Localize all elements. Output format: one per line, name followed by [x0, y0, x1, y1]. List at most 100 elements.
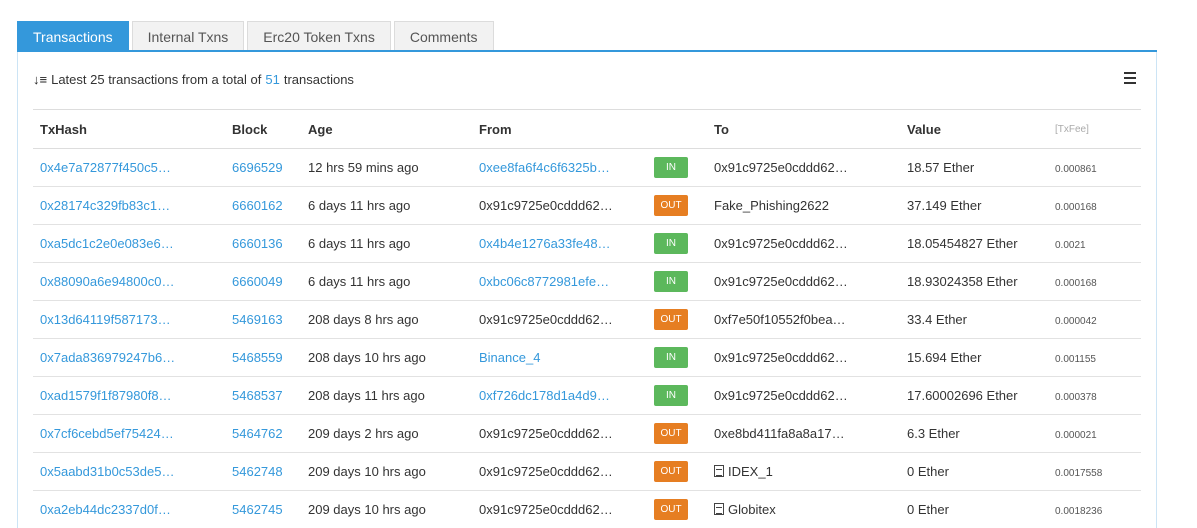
to-cell: 0x91c9725e0cddd62… [707, 262, 900, 301]
table-row: 0x7cf6cebd5ef75424… 5464762 209 days 2 hrs… [33, 414, 1141, 453]
txhash-link[interactable]: 0x5aabd31b0c53de5… [33, 452, 225, 491]
to-address-link[interactable]: Fake_Phishing2622 [714, 198, 829, 213]
direction-cell: IN [647, 262, 707, 301]
from-address-link[interactable]: 0x4b4e1276a33fe48… [472, 224, 647, 263]
value-cell: 0 Ether [900, 452, 1048, 491]
txfee-cell: 0.0017558 [1048, 452, 1141, 491]
tab-transactions[interactable]: Transactions [17, 21, 129, 51]
block-link[interactable]: 5462745 [225, 490, 301, 528]
from-address: 0x91c9725e0cddd62… [472, 186, 647, 225]
from-address: 0x91c9725e0cddd62… [472, 452, 647, 491]
header-txfee: [TxFee] [1048, 109, 1141, 149]
in-badge: IN [654, 157, 688, 178]
direction-cell: OUT [647, 414, 707, 453]
document-icon [714, 465, 724, 477]
txfee-cell: 0.0021 [1048, 224, 1141, 263]
txhash-link[interactable]: 0x7ada836979247b6… [33, 338, 225, 377]
value-cell: 33.4 Ether [900, 300, 1048, 339]
txfee-cell: 0.000168 [1048, 186, 1141, 225]
to-address-link[interactable]: 0xe8bd411fa8a8a17… [714, 426, 845, 441]
table-row: 0x7ada836979247b6… 5468559 208 days 10 hrs… [33, 338, 1141, 377]
table-row: 0x88090a6e94800c0… 6660049 6 days 11 hrs a… [33, 262, 1141, 301]
direction-cell: IN [647, 148, 707, 187]
age-cell: 6 days 11 hrs ago [301, 262, 472, 301]
age-cell: 208 days 11 hrs ago [301, 376, 472, 415]
tab-erc20-token-txns[interactable]: Erc20 Token Txns [247, 21, 391, 51]
value-cell: 37.149 Ether [900, 186, 1048, 225]
from-address-link[interactable]: 0xf726dc178d1a4d9… [472, 376, 647, 415]
block-link[interactable]: 6660049 [225, 262, 301, 301]
to-address-link[interactable]: IDEX_1 [728, 464, 773, 479]
block-link[interactable]: 5469163 [225, 300, 301, 339]
to-address: 0x91c9725e0cddd62… [714, 350, 848, 365]
header-txhash: TxHash [33, 109, 225, 149]
txhash-link[interactable]: 0xad1579f1f87980f8… [33, 376, 225, 415]
from-address: 0x91c9725e0cddd62… [472, 300, 647, 339]
in-badge: IN [654, 347, 688, 368]
block-link[interactable]: 5468559 [225, 338, 301, 377]
summary-suffix: transactions [283, 72, 354, 87]
tab-comments[interactable]: Comments [393, 21, 494, 51]
document-icon [714, 503, 724, 515]
txhash-link[interactable]: 0x88090a6e94800c0… [33, 262, 225, 301]
to-cell: IDEX_1 [707, 452, 900, 491]
to-address-link[interactable]: Globitex [728, 502, 776, 517]
from-address-link[interactable]: 0xee8fa6f4c6f6325b… [472, 148, 647, 187]
table-row: 0x5aabd31b0c53de5… 5462748 209 days 10 hrs… [33, 452, 1141, 491]
table-row: 0x13d64119f587173… 5469163 208 days 8 hrs … [33, 300, 1141, 339]
header-direction [647, 109, 707, 149]
out-badge: OUT [654, 499, 688, 520]
age-cell: 209 days 10 hrs ago [301, 490, 472, 528]
age-cell: 12 hrs 59 mins ago [301, 148, 472, 187]
tab-bar: Transactions Internal Txns Erc20 Token T… [17, 21, 497, 51]
from-address-link[interactable]: 0xbc06c8772981efe… [472, 262, 647, 301]
table-row: 0xa5dc1c2e0e083e6… 6660136 6 days 11 hrs a… [33, 224, 1141, 263]
txhash-link[interactable]: 0xa5dc1c2e0e083e6… [33, 224, 225, 263]
in-badge: IN [654, 233, 688, 254]
block-link[interactable]: 6660162 [225, 186, 301, 225]
sort-amount-down-icon: ↓≡ [33, 72, 48, 87]
to-cell: 0x91c9725e0cddd62… [707, 148, 900, 187]
tab-internal-txns[interactable]: Internal Txns [131, 21, 245, 51]
txhash-link[interactable]: 0x13d64119f587173… [33, 300, 225, 339]
direction-cell: OUT [647, 186, 707, 225]
block-link[interactable]: 5468537 [225, 376, 301, 415]
value-cell: 17.60002696 Ether [900, 376, 1048, 415]
out-badge: OUT [654, 195, 688, 216]
age-cell: 209 days 10 hrs ago [301, 452, 472, 491]
hamburger-menu-icon[interactable] [1124, 72, 1138, 86]
direction-cell: IN [647, 376, 707, 415]
direction-cell: IN [647, 224, 707, 263]
direction-cell: OUT [647, 300, 707, 339]
to-cell: Globitex [707, 490, 900, 528]
header-age: Age [301, 109, 472, 149]
to-address: 0x91c9725e0cddd62… [714, 388, 848, 403]
transactions-summary: ↓≡ Latest 25 transactions from a total o… [33, 72, 354, 87]
header-to: To [707, 109, 900, 149]
block-link[interactable]: 6660136 [225, 224, 301, 263]
in-badge: IN [654, 385, 688, 406]
value-cell: 15.694 Ether [900, 338, 1048, 377]
direction-cell: OUT [647, 452, 707, 491]
from-address-link[interactable]: Binance_4 [472, 338, 647, 377]
table-header-row: TxHash Block Age From To Value [TxFee] [33, 109, 1141, 149]
to-cell: 0xe8bd411fa8a8a17… [707, 414, 900, 453]
txhash-link[interactable]: 0xa2eb44dc2337d0f… [33, 490, 225, 528]
txfee-cell: 0.000021 [1048, 414, 1141, 453]
from-address: 0x91c9725e0cddd62… [472, 414, 647, 453]
header-from: From [472, 109, 647, 149]
to-address: 0x91c9725e0cddd62… [714, 274, 848, 289]
txhash-link[interactable]: 0x7cf6cebd5ef75424… [33, 414, 225, 453]
txhash-link[interactable]: 0x4e7a72877f450c5… [33, 148, 225, 187]
to-address: 0x91c9725e0cddd62… [714, 236, 848, 251]
block-link[interactable]: 6696529 [225, 148, 301, 187]
to-address-link[interactable]: 0xf7e50f10552f0bea… [714, 312, 846, 327]
block-link[interactable]: 5462748 [225, 452, 301, 491]
from-address: 0x91c9725e0cddd62… [472, 490, 647, 528]
summary-total-link[interactable]: 51 [265, 72, 279, 87]
to-cell: 0xf7e50f10552f0bea… [707, 300, 900, 339]
block-link[interactable]: 5464762 [225, 414, 301, 453]
to-cell: 0x91c9725e0cddd62… [707, 224, 900, 263]
value-cell: 0 Ether [900, 490, 1048, 528]
txhash-link[interactable]: 0x28174c329fb83c1… [33, 186, 225, 225]
